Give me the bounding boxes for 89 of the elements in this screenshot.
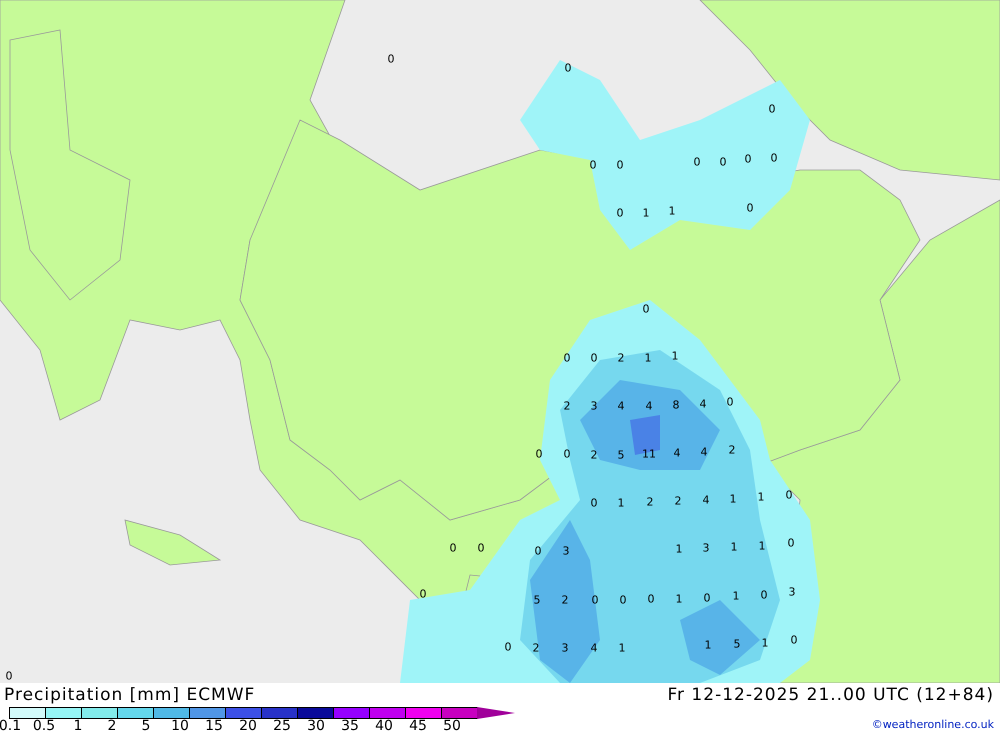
legend-tick-label: 35 xyxy=(341,718,359,733)
precipitation-value: 0 xyxy=(504,642,512,652)
legend-tick-label: 50 xyxy=(443,718,461,733)
precipitation-value: 1 xyxy=(642,208,650,218)
precipitation-value: 0 xyxy=(744,154,752,164)
precipitation-value: 0 xyxy=(564,352,570,364)
precipitation-value: 0 xyxy=(590,160,596,170)
precipitation-value: 4 xyxy=(618,400,624,412)
precipitation-value: 0 xyxy=(788,538,794,548)
legend-tick-label: 40 xyxy=(375,718,393,733)
precipitation-value: 3 xyxy=(702,542,710,554)
precipitation-value: 0 xyxy=(648,594,654,604)
precipitation-value: 0 xyxy=(616,208,624,218)
precipitation-value: 0 xyxy=(590,352,598,364)
precipitation-value: 0 xyxy=(6,670,12,682)
precipitation-value: 2 xyxy=(646,496,654,508)
precipitation-value: 1 xyxy=(730,494,736,504)
precipitation-value: 0 xyxy=(478,542,484,554)
precipitation-value: 1 xyxy=(730,542,738,552)
precipitation-value: 2 xyxy=(674,496,682,506)
precipitation-value: 3 xyxy=(562,642,568,654)
precipitation-value: 1 xyxy=(758,540,766,552)
legend-tick-label: 25 xyxy=(273,718,291,733)
precipitation-value: 0 xyxy=(642,304,650,314)
precipitation-value: 4 xyxy=(700,446,708,458)
precipitation-value: 0 xyxy=(564,448,570,460)
precipitation-value: 0 xyxy=(694,156,700,168)
precipitation-value: 0 xyxy=(388,54,394,64)
precipitation-value: 0 xyxy=(564,62,572,74)
legend-tick-label: 10 xyxy=(171,718,189,733)
precipitation-value: 0 xyxy=(420,588,426,600)
legend-tick-label: 0.1 xyxy=(0,718,22,733)
map-title: Precipitation [mm] ECMWF xyxy=(4,685,256,705)
precipitation-value: 3 xyxy=(562,546,570,556)
legend-tick-label: 15 xyxy=(205,718,223,733)
precipitation-value: 0 xyxy=(704,592,710,604)
precipitation-value: 11 xyxy=(642,448,656,460)
legend-tick-label: 1 xyxy=(74,718,82,733)
precipitation-value: 0 xyxy=(450,542,456,554)
precipitation-value: 1 xyxy=(618,642,626,654)
precipitation-value: 0 xyxy=(746,202,754,214)
precipitation-value: 2 xyxy=(562,594,568,606)
precipitation-value: 0 xyxy=(616,160,624,170)
precipitation-value: 4 xyxy=(674,448,680,458)
legend-tick-label: 45 xyxy=(409,718,427,733)
precipitation-value: 0 xyxy=(786,490,792,500)
precipitation-value: 1 xyxy=(618,498,624,508)
legend-tick-label: 2 xyxy=(108,718,116,733)
precipitation-value: 4 xyxy=(700,398,706,410)
precipitation-value: 0 xyxy=(592,594,598,606)
precipitation-value: 5 xyxy=(618,450,624,460)
precipitation-value: 0 xyxy=(620,594,626,606)
precipitation-value: 1 xyxy=(676,594,682,604)
precipitation-value: 0 xyxy=(768,104,776,114)
precipitation-value: 0 xyxy=(790,634,798,646)
precipitation-value: 3 xyxy=(788,586,796,598)
legend-tick-label: 5 xyxy=(142,718,150,733)
precipitation-value: 0 xyxy=(760,590,768,600)
legend-tick-label: 0.5 xyxy=(32,718,56,733)
precipitation-value: 0 xyxy=(590,498,598,508)
valid-time: Fr 12-12-2025 21..00 UTC (12+84) xyxy=(668,685,994,705)
precipitation-value: 1 xyxy=(672,350,678,362)
precipitation-value: 4 xyxy=(646,400,652,412)
precipitation-value: 3 xyxy=(590,400,598,412)
precipitation-value: 0 xyxy=(770,152,778,164)
precipitation-value: 4 xyxy=(702,494,710,506)
precipitation-value: 1 xyxy=(762,638,768,648)
precipitation-value: 2 xyxy=(618,352,624,364)
precipitation-value: 0 xyxy=(720,156,726,168)
precipitation-value: 2 xyxy=(728,444,736,456)
precipitation-value: 5 xyxy=(534,594,540,606)
precipitation-value: 1 xyxy=(704,640,712,650)
precipitation-value: 1 xyxy=(668,206,676,216)
precipitation-value: 1 xyxy=(644,352,652,364)
legend-tick-label: 20 xyxy=(239,718,257,733)
precipitation-value: 2 xyxy=(590,450,598,460)
precipitation-value: 0 xyxy=(726,396,734,408)
precipitation-value: 8 xyxy=(672,400,680,410)
credit-link[interactable]: ©weatheronline.co.uk xyxy=(872,718,994,730)
precipitation-value: 1 xyxy=(676,544,682,554)
precipitation-value: 0 xyxy=(536,448,542,460)
precipitation-value: 5 xyxy=(734,638,740,650)
precipitation-value: 2 xyxy=(564,400,570,412)
precipitation-value: 1 xyxy=(732,590,740,602)
precipitation-value: 1 xyxy=(758,492,764,502)
precipitation-value: 2 xyxy=(532,642,540,654)
precipitation-value: 4 xyxy=(590,642,598,654)
legend-tick-label: 30 xyxy=(307,718,325,733)
precipitation-value: 0 xyxy=(534,546,542,556)
